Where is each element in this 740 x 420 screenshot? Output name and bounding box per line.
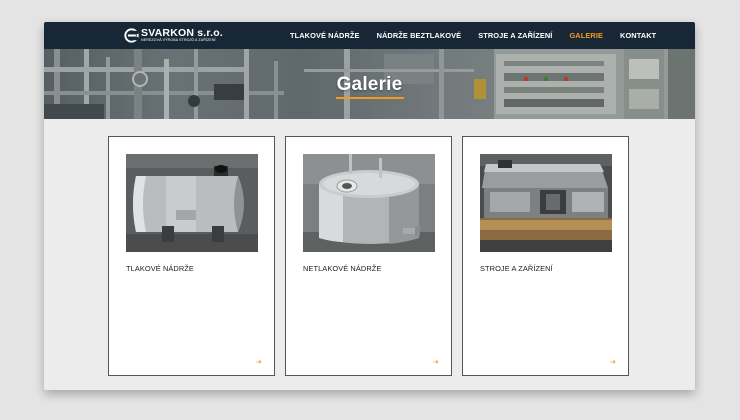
nav-stroje-a-zarizeni[interactable]: STROJE A ZAŘÍZENÍ bbox=[478, 31, 552, 40]
gallery-card-tlakove-nadrze[interactable]: TLAKOVÉ NÁDRŽE ➔ bbox=[108, 136, 275, 376]
card-label: STROJE A ZAŘÍZENÍ bbox=[480, 264, 553, 273]
nav-kontakt[interactable]: KONTAKT bbox=[620, 31, 656, 40]
top-navigation: SVARKON s.r.o. NEREZOVÁ VÝROBA STROJŮ A … bbox=[44, 22, 695, 49]
arrow-right-icon[interactable]: ➔ bbox=[433, 359, 439, 366]
svarkon-logo-icon bbox=[124, 28, 139, 43]
logo[interactable]: SVARKON s.r.o. NEREZOVÁ VÝROBA STROJŮ A … bbox=[124, 27, 223, 44]
brand-name: SVARKON s.r.o. bbox=[141, 26, 223, 39]
gallery-card-netlakove-nadrze[interactable]: NETLAKOVÉ NÁDRŽE ➔ bbox=[285, 136, 452, 376]
title-underline bbox=[336, 97, 404, 99]
nav-tlakove-nadrze[interactable]: TLAKOVÉ NÁDRŽE bbox=[290, 31, 360, 40]
arrow-right-icon[interactable]: ➔ bbox=[256, 359, 262, 366]
main-menu: TLAKOVÉ NÁDRŽE NÁDRŽE BEZTLAKOVÉ STROJE … bbox=[290, 22, 673, 49]
non-pressure-tank-photo[interactable] bbox=[303, 154, 435, 252]
arrow-right-icon[interactable]: ➔ bbox=[610, 359, 616, 366]
hero-banner: Galerie bbox=[44, 49, 695, 119]
card-label: NETLAKOVÉ NÁDRŽE bbox=[303, 264, 382, 273]
gallery-card-stroje-a-zarizeni[interactable]: STROJE A ZAŘÍZENÍ ➔ bbox=[462, 136, 629, 376]
page-title: Galerie bbox=[336, 74, 403, 95]
logo-text: SVARKON s.r.o. NEREZOVÁ VÝROBA STROJŮ A … bbox=[141, 28, 223, 43]
brand-tagline: NEREZOVÁ VÝROBA STROJŮ A ZAŘÍZENÍ bbox=[141, 38, 216, 43]
machines-photo[interactable] bbox=[480, 154, 612, 252]
nav-galerie[interactable]: GALERIE bbox=[569, 31, 603, 40]
pressure-tank-photo[interactable] bbox=[126, 154, 258, 252]
card-label: TLAKOVÉ NÁDRŽE bbox=[126, 264, 194, 273]
browser-window: SVARKON s.r.o. NEREZOVÁ VÝROBA STROJŮ A … bbox=[44, 22, 695, 390]
nav-nadrze-beztlakove[interactable]: NÁDRŽE BEZTLAKOVÉ bbox=[377, 31, 462, 40]
